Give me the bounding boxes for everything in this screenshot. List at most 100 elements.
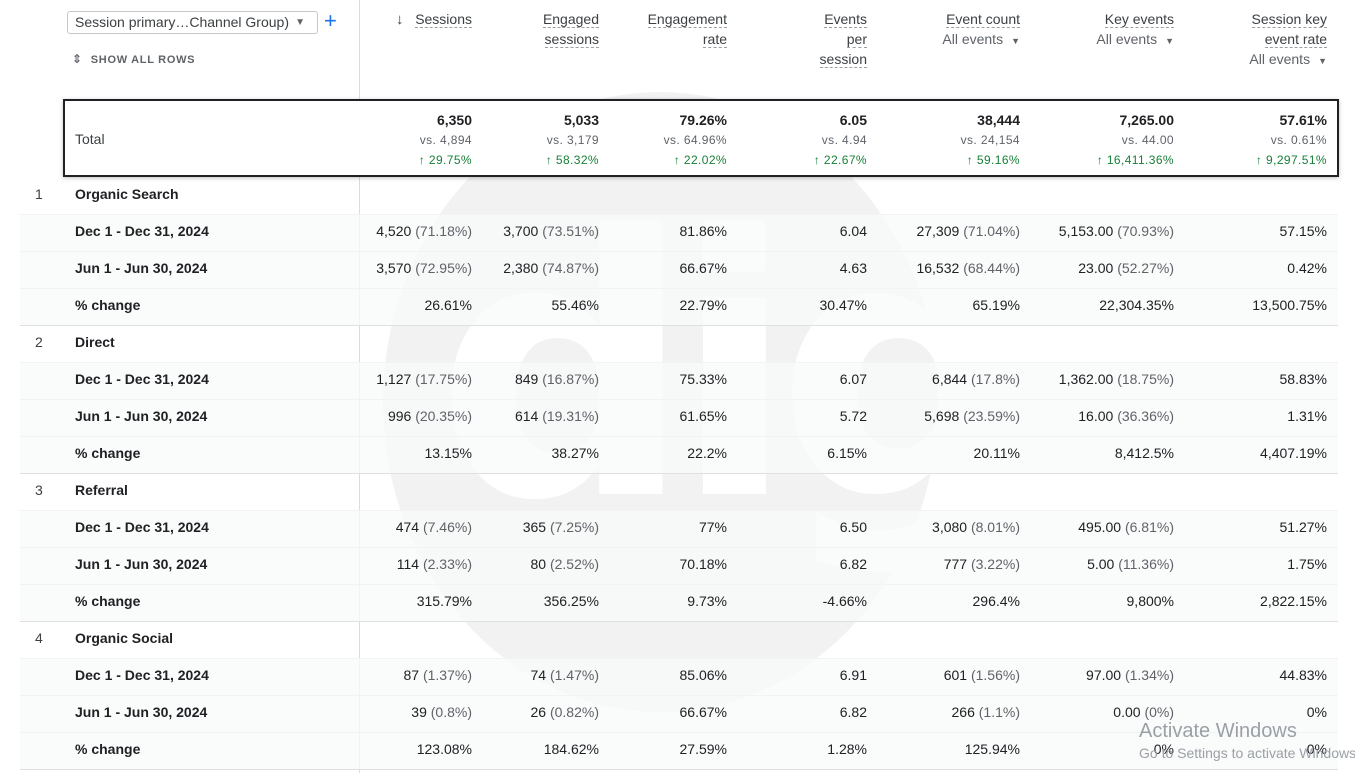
metric-cell: 57.15%: [1280, 223, 1327, 239]
metric-header-2[interactable]: Engaged sessions: [489, 9, 599, 49]
metric-cell: 495.00 (6.81%): [1078, 519, 1174, 535]
cell-share: (1.1%): [978, 704, 1020, 720]
metric-cell: 22,304.35%: [1099, 297, 1174, 313]
metric-cell: 266 (1.1%): [952, 704, 1020, 720]
cell-value: 80: [530, 556, 547, 572]
metric-cell: 80 (2.52%): [531, 556, 600, 572]
metric-header-label: Engagement: [647, 11, 727, 28]
row-label: % change: [75, 297, 141, 313]
cell-value: 614: [514, 408, 539, 424]
row-label: Dec 1 - Dec 31, 2024: [75, 223, 209, 239]
cell-share: (0%): [1144, 704, 1174, 720]
cell-value: 85.06%: [679, 667, 727, 683]
cell-share: (19.31%): [542, 408, 599, 424]
metric-cell: 2,380 (74.87%): [503, 260, 599, 276]
cell-share: (74.87%): [542, 260, 599, 276]
show-all-rows-button[interactable]: ⇕ SHOW ALL ROWS: [72, 52, 195, 66]
cell-share: (17.75%): [415, 371, 472, 387]
expand-icon: ⇕: [72, 52, 83, 66]
metric-cell: 1.28%: [827, 741, 867, 757]
cell-value: 6.82: [839, 704, 867, 720]
cell-value: 22.79%: [679, 297, 727, 313]
metric-cell: 0.42%: [1287, 260, 1327, 276]
metric-cell: 27,309 (71.04%): [916, 223, 1020, 239]
metric-header-label: Events: [824, 11, 867, 28]
metric-cell: 58.83%: [1280, 371, 1327, 387]
metric-cell: 26.61%: [425, 297, 472, 313]
cell-value: 5.00: [1087, 556, 1115, 572]
cell-share: (71.04%): [963, 223, 1020, 239]
cell-value: 3,080: [932, 519, 968, 535]
cell-share: (17.8%): [970, 371, 1020, 387]
cell-share: (11.36%): [1118, 556, 1174, 572]
add-dimension-icon[interactable]: +: [324, 9, 337, 33]
metric-cell: 614 (19.31%): [515, 408, 599, 424]
metric-cell: 0%: [1307, 704, 1327, 720]
cell-value: 30.47%: [819, 297, 867, 313]
metric-cell: 6.04: [840, 223, 867, 239]
cell-share: (1.56%): [970, 667, 1020, 683]
metric-cell: 125.94%: [965, 741, 1020, 757]
metric-header-7[interactable]: Session key event rate All events ▼: [1187, 9, 1327, 71]
metric-cell: 20.11%: [974, 445, 1020, 461]
metric-cell: 114 (2.33%): [397, 556, 472, 572]
cell-share: (73.51%): [542, 223, 599, 239]
cell-value: 38.27%: [551, 445, 599, 461]
cell-value: 296.4%: [972, 593, 1020, 609]
row-label: Dec 1 - Dec 31, 2024: [75, 667, 209, 683]
metric-header-4[interactable]: Events per session: [757, 9, 867, 69]
cell-value: 6.04: [839, 223, 867, 239]
event-filter-dropdown[interactable]: All events ▼: [890, 29, 1020, 51]
metric-header-label: event rate: [1264, 31, 1327, 48]
metric-cell: 996 (20.35%): [388, 408, 472, 424]
total-previous: vs. 64.96%: [663, 133, 727, 147]
table-row: Dec 1 - Dec 31, 2024 474 (7.46%) 365 (7.25…: [20, 510, 1338, 548]
cell-value: 114: [396, 556, 420, 572]
event-filter-dropdown[interactable]: All events ▼: [1187, 49, 1327, 71]
cell-value: 74: [530, 667, 547, 683]
metric-header-label: sessions: [544, 31, 599, 48]
metric-cell: 13,500.75%: [1252, 297, 1327, 313]
dimension-select[interactable]: Session primary…Channel Group) ▼: [67, 11, 318, 34]
total-metric-4: 6.05 vs. 4.94 ↑ 22.67%: [737, 110, 867, 170]
total-delta: ↑ 9,297.51%: [1255, 153, 1327, 167]
row-number: 2: [35, 334, 43, 350]
cell-value: 3,570: [376, 260, 412, 276]
cell-value: 66.67%: [679, 704, 727, 720]
cell-value: 2,380: [503, 260, 539, 276]
show-all-rows-label: SHOW ALL ROWS: [90, 54, 196, 66]
metric-header-5[interactable]: Event count All events ▼: [890, 9, 1020, 51]
metric-header-label: Key events: [1104, 11, 1174, 28]
cell-value: 66.67%: [679, 260, 727, 276]
total-metric-2: 5,033 vs. 3,179 ↑ 58.32%: [469, 110, 599, 170]
cell-share: (3.22%): [970, 556, 1020, 572]
metric-cell: 6.91: [840, 667, 867, 683]
metric-header-6[interactable]: Key events All events ▼: [1044, 9, 1174, 51]
metric-cell: 3,080 (8.01%): [932, 519, 1020, 535]
metric-cell: 30.47%: [820, 297, 867, 313]
metric-cell: 1,362.00 (18.75%): [1059, 371, 1174, 387]
total-delta: ↑ 29.75%: [418, 153, 472, 167]
cell-value: 4.63: [839, 260, 867, 276]
cell-share: (71.18%): [415, 223, 472, 239]
table-row: Dec 1 - Dec 31, 2024 1,127 (17.75%) 849 (1…: [20, 362, 1338, 400]
cell-value: -4.66%: [822, 593, 867, 609]
event-filter-dropdown[interactable]: All events ▼: [1044, 29, 1174, 51]
cell-value: 75.33%: [679, 371, 727, 387]
total-delta: ↑ 59.16%: [966, 153, 1020, 167]
cell-value: 44.83%: [1279, 667, 1327, 683]
channel-group-row[interactable]: 1 Organic Search: [20, 177, 1338, 215]
metric-header-1[interactable]: Sessions: [362, 9, 472, 29]
metric-cell: 5.00 (11.36%): [1087, 556, 1174, 572]
channel-group-row[interactable]: 3 Referral: [20, 473, 1338, 511]
channel-group-row[interactable]: 4 Organic Social: [20, 621, 1338, 659]
cell-value: 16,532: [916, 260, 960, 276]
total-label: Total: [75, 131, 105, 147]
metric-cell: 5,698 (23.59%): [924, 408, 1020, 424]
metric-header-3[interactable]: Engagement rate: [617, 9, 727, 49]
cell-value: 70.18%: [679, 556, 727, 572]
channel-group-row[interactable]: 2 Direct: [20, 325, 1338, 363]
metric-cell: 13.15%: [425, 445, 472, 461]
cell-value: 57.15%: [1279, 223, 1327, 239]
metric-cell: 70.18%: [680, 556, 727, 572]
